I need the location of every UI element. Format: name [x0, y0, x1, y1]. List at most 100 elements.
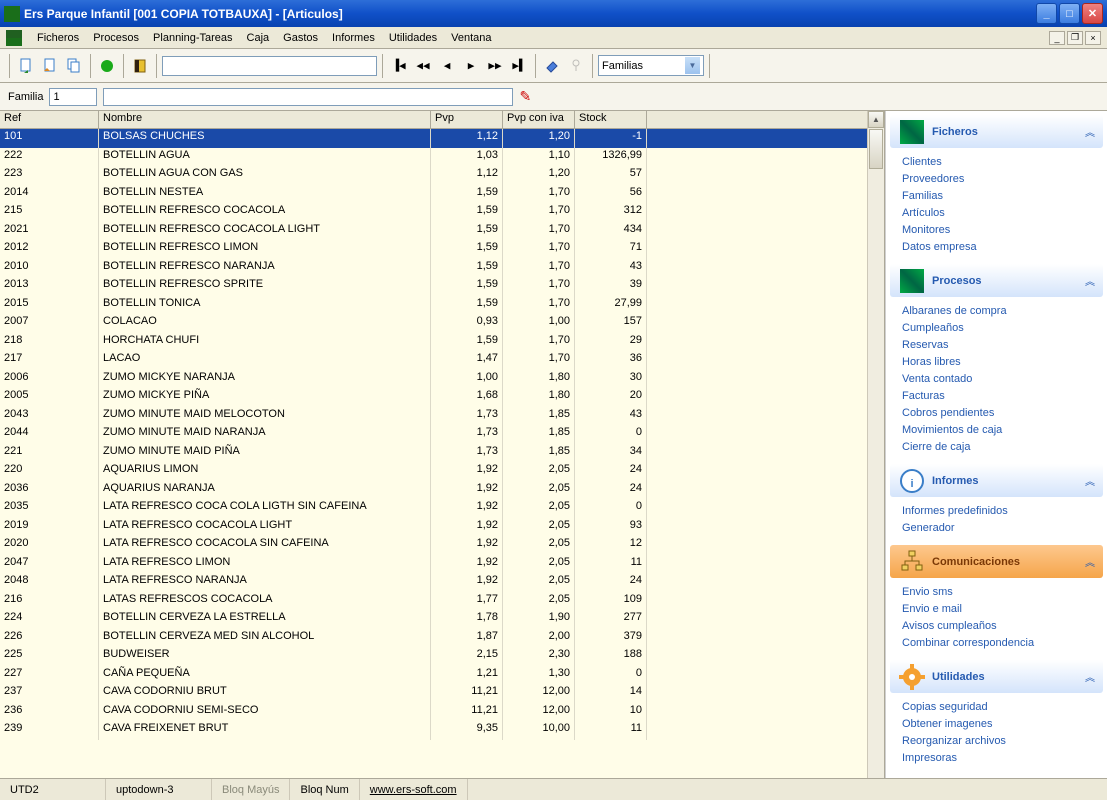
link-copias-seguridad[interactable]: Copias seguridad — [902, 699, 1103, 716]
table-row[interactable]: 2006ZUMO MICKYE NARANJA1,001,8030 — [0, 370, 867, 389]
table-row[interactable]: 2019LATA REFRESCO COCACOLA LIGHT1,922,05… — [0, 518, 867, 537]
panel-header-informes[interactable]: iInformes︽ — [890, 464, 1103, 497]
nav-first-button[interactable]: ▐◀ — [388, 55, 410, 77]
menu-gastos[interactable]: Gastos — [276, 29, 325, 47]
edit-button[interactable] — [39, 55, 61, 77]
panel-header-ficheros[interactable]: Ficheros︽ — [890, 115, 1103, 148]
link-envio-e-mail[interactable]: Envio e mail — [902, 601, 1103, 618]
goto-button[interactable] — [565, 55, 587, 77]
scroll-up-button[interactable]: ▲ — [868, 111, 884, 128]
link-reorganizar-archivos[interactable]: Reorganizar archivos — [902, 733, 1103, 750]
maximize-button[interactable]: □ — [1059, 3, 1080, 24]
link-envio-sms[interactable]: Envio sms — [902, 584, 1103, 601]
link-horas-libres[interactable]: Horas libres — [902, 354, 1103, 371]
vertical-scrollbar[interactable]: ▲ — [867, 111, 884, 778]
eraser-button[interactable] — [541, 55, 563, 77]
nav-rewind-button[interactable]: ◀◀ — [412, 55, 434, 77]
menu-informes[interactable]: Informes — [325, 29, 382, 47]
table-row[interactable]: 2007COLACAO0,931,00157 — [0, 314, 867, 333]
new-button[interactable] — [15, 55, 37, 77]
search-input[interactable] — [162, 56, 377, 76]
brush-icon[interactable]: ✎ — [519, 88, 531, 105]
table-row[interactable]: 224BOTELLIN CERVEZA LA ESTRELLA1,781,902… — [0, 610, 867, 629]
menu-ficheros[interactable]: Ficheros — [30, 29, 86, 47]
nav-prev-button[interactable]: ◀ — [436, 55, 458, 77]
panel-header-comunicaciones[interactable]: Comunicaciones︽ — [890, 545, 1103, 578]
link-reservas[interactable]: Reservas — [902, 337, 1103, 354]
go-button[interactable] — [96, 55, 118, 77]
mdi-minimize[interactable]: _ — [1049, 31, 1065, 45]
link-generador[interactable]: Generador — [902, 520, 1103, 537]
link-impresoras[interactable]: Impresoras — [902, 750, 1103, 767]
col-pvp[interactable]: Pvp — [431, 111, 503, 128]
table-row[interactable]: 217LACAO1,471,7036 — [0, 351, 867, 370]
table-row[interactable]: 2043ZUMO MINUTE MAID MELOCOTON1,731,8543 — [0, 407, 867, 426]
panel-header-procesos[interactable]: Procesos︽ — [890, 264, 1103, 297]
link-familias[interactable]: Familias — [902, 188, 1103, 205]
table-row[interactable]: 2005ZUMO MICKYE PIÑA1,681,8020 — [0, 388, 867, 407]
link-clientes[interactable]: Clientes — [902, 154, 1103, 171]
menu-caja[interactable]: Caja — [240, 29, 277, 47]
table-row[interactable]: 220AQUARIUS LIMON1,922,0524 — [0, 462, 867, 481]
table-row[interactable]: 2014BOTELLIN NESTEA1,591,7056 — [0, 185, 867, 204]
table-row[interactable]: 236CAVA CODORNIU SEMI-SECO11,2112,0010 — [0, 703, 867, 722]
scroll-thumb[interactable] — [869, 129, 883, 169]
exit-button[interactable] — [129, 55, 151, 77]
link-cumpleaños[interactable]: Cumpleaños — [902, 320, 1103, 337]
nav-last-button[interactable]: ▶▌ — [508, 55, 530, 77]
minimize-button[interactable]: _ — [1036, 3, 1057, 24]
menu-ventana[interactable]: Ventana — [444, 29, 498, 47]
col-pvpiva[interactable]: Pvp con iva — [503, 111, 575, 128]
table-row[interactable]: 239CAVA FREIXENET BRUT9,3510,0011 — [0, 721, 867, 740]
link-cobros-pendientes[interactable]: Cobros pendientes — [902, 405, 1103, 422]
link-cierre-de-caja[interactable]: Cierre de caja — [902, 439, 1103, 456]
table-row[interactable]: 223BOTELLIN AGUA CON GAS1,121,2057 — [0, 166, 867, 185]
filter-code-input[interactable] — [49, 88, 97, 106]
table-row[interactable]: 101BOLSAS CHUCHES1,121,20-1 — [0, 129, 867, 148]
link-albaranes-de-compra[interactable]: Albaranes de compra — [902, 303, 1103, 320]
table-row[interactable]: 216LATAS REFRESCOS COCACOLA1,772,05109 — [0, 592, 867, 611]
table-row[interactable]: 2048LATA REFRESCO NARANJA1,922,0524 — [0, 573, 867, 592]
table-row[interactable]: 2010BOTELLIN REFRESCO NARANJA1,591,7043 — [0, 259, 867, 278]
mdi-restore[interactable]: ❐ — [1067, 31, 1083, 45]
close-button[interactable]: ✕ — [1082, 3, 1103, 24]
col-stock[interactable]: Stock — [575, 111, 647, 128]
copy-button[interactable] — [63, 55, 85, 77]
table-row[interactable]: 222BOTELLIN AGUA1,031,101326,99 — [0, 148, 867, 167]
menu-procesos[interactable]: Procesos — [86, 29, 146, 47]
link-obtener-imagenes[interactable]: Obtener imagenes — [902, 716, 1103, 733]
status-url[interactable]: www.ers-soft.com — [360, 779, 468, 800]
table-row[interactable]: 226BOTELLIN CERVEZA MED SIN ALCOHOL1,872… — [0, 629, 867, 648]
link-datos-empresa[interactable]: Datos empresa — [902, 239, 1103, 256]
table-row[interactable]: 218HORCHATA CHUFI1,591,7029 — [0, 333, 867, 352]
col-ref[interactable]: Ref — [0, 111, 99, 128]
table-row[interactable]: 237CAVA CODORNIU BRUT11,2112,0014 — [0, 684, 867, 703]
table-row[interactable]: 225BUDWEISER2,152,30188 — [0, 647, 867, 666]
col-nombre[interactable]: Nombre — [99, 111, 431, 128]
table-row[interactable]: 2036AQUARIUS NARANJA1,922,0524 — [0, 481, 867, 500]
table-row[interactable]: 215BOTELLIN REFRESCO COCACOLA1,591,70312 — [0, 203, 867, 222]
panel-header-utilidades[interactable]: Utilidades︽ — [890, 660, 1103, 693]
table-row[interactable]: 2013BOTELLIN REFRESCO SPRITE1,591,7039 — [0, 277, 867, 296]
table-row[interactable]: 2020LATA REFRESCO COCACOLA SIN CAFEINA1,… — [0, 536, 867, 555]
table-row[interactable]: 227CAÑA PEQUEÑA1,211,300 — [0, 666, 867, 685]
table-row[interactable]: 2012BOTELLIN REFRESCO LIMON1,591,7071 — [0, 240, 867, 259]
data-grid[interactable]: Ref Nombre Pvp Pvp con iva Stock 101BOLS… — [0, 111, 867, 778]
link-venta-contado[interactable]: Venta contado — [902, 371, 1103, 388]
link-informes-predefinidos[interactable]: Informes predefinidos — [902, 503, 1103, 520]
link-facturas[interactable]: Facturas — [902, 388, 1103, 405]
link-proveedores[interactable]: Proveedores — [902, 171, 1103, 188]
nav-forward-button[interactable]: ▶▶ — [484, 55, 506, 77]
link-monitores[interactable]: Monitores — [902, 222, 1103, 239]
link-movimientos-de-caja[interactable]: Movimientos de caja — [902, 422, 1103, 439]
link-combinar-correspondencia[interactable]: Combinar correspondencia — [902, 635, 1103, 652]
table-row[interactable]: 2044ZUMO MINUTE MAID NARANJA1,731,850 — [0, 425, 867, 444]
table-row[interactable]: 2047LATA REFRESCO LIMON1,922,0511 — [0, 555, 867, 574]
table-row[interactable]: 2035LATA REFRESCO COCA COLA LIGTH SIN CA… — [0, 499, 867, 518]
link-avisos-cumpleaños[interactable]: Avisos cumpleaños — [902, 618, 1103, 635]
mdi-close[interactable]: × — [1085, 31, 1101, 45]
nav-next-button[interactable]: ▶ — [460, 55, 482, 77]
table-row[interactable]: 2015BOTELLIN TONICA1,591,7027,99 — [0, 296, 867, 315]
table-row[interactable]: 2021BOTELLIN REFRESCO COCACOLA LIGHT1,59… — [0, 222, 867, 241]
menu-planning-tareas[interactable]: Planning-Tareas — [146, 29, 240, 47]
